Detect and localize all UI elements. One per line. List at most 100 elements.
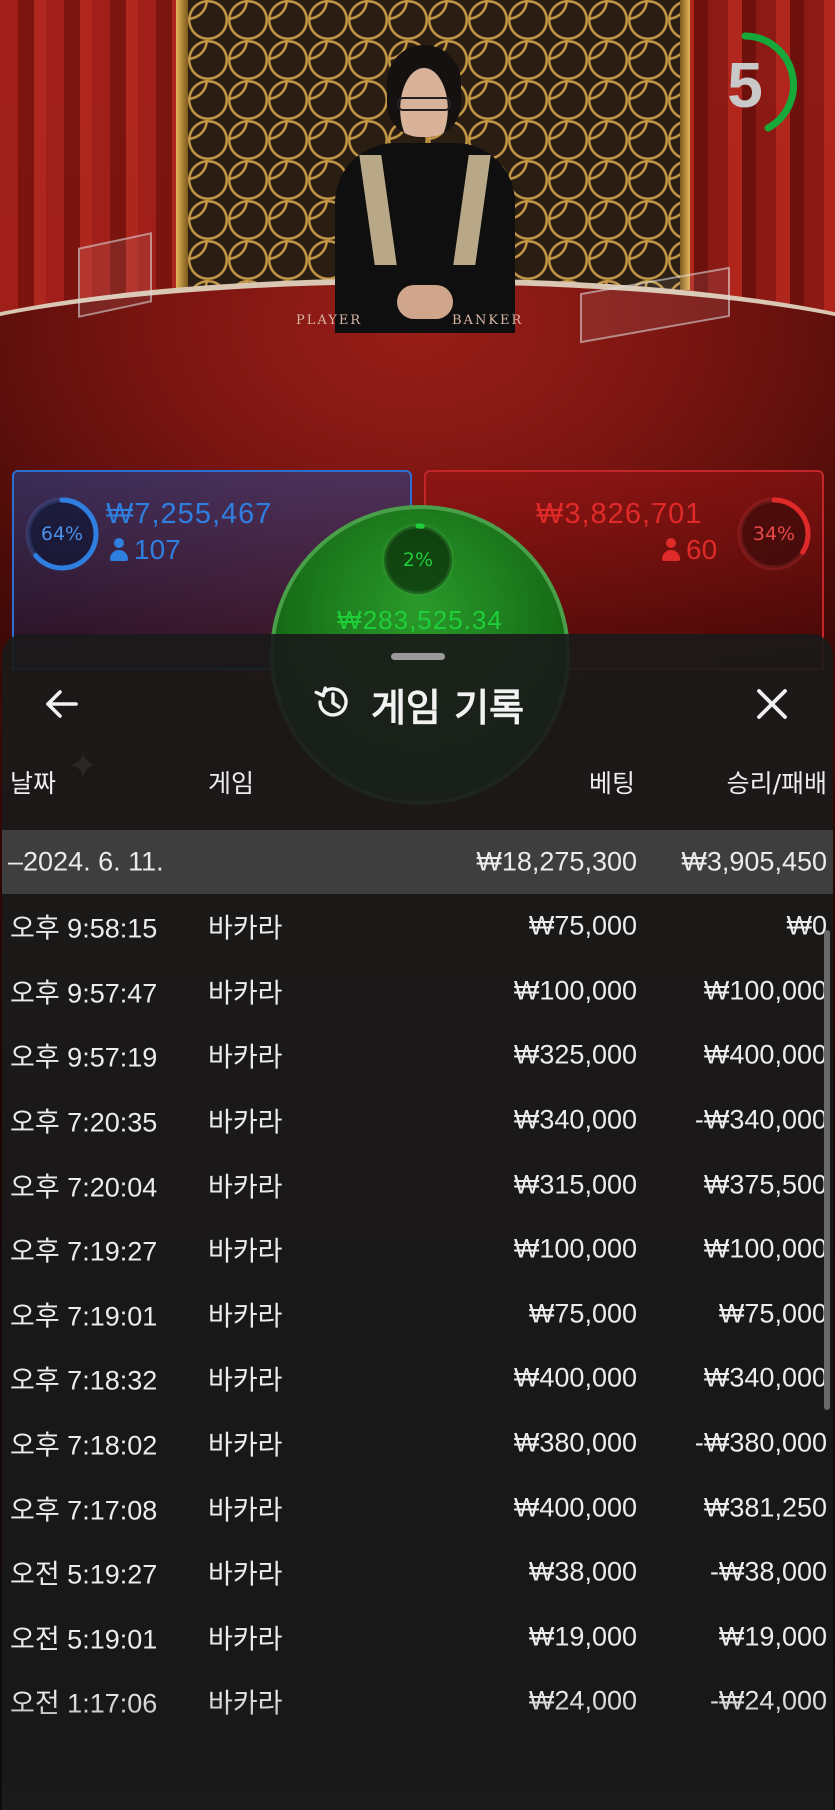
- row-bet: ₩75,000: [528, 1298, 637, 1329]
- arrow-left-icon: [46, 690, 78, 718]
- row-game: 바카라: [208, 1624, 283, 1655]
- felt-label-banker: BANKER: [452, 313, 524, 328]
- row-result: ₩381,250: [703, 1492, 827, 1523]
- history-row[interactable]: 오후 7:18:32 바카라 ₩400,000 ₩340,000: [2, 1346, 833, 1411]
- scrollbar[interactable]: [824, 930, 830, 1410]
- history-row[interactable]: 오후 7:19:01 바카라 ₩75,000 ₩75,000: [2, 1282, 833, 1347]
- row-time: 오전 1:17:06: [10, 1688, 158, 1719]
- banker-percent: 34%: [752, 523, 796, 545]
- dealer: [335, 45, 515, 333]
- row-game: 바카라: [208, 1559, 283, 1590]
- player-count-value: 107: [134, 534, 181, 565]
- close-button[interactable]: [746, 678, 798, 730]
- row-game: 바카라: [208, 1042, 283, 1073]
- row-bet: ₩315,000: [513, 1169, 637, 1200]
- close-icon: [757, 689, 787, 719]
- row-game: 바카라: [208, 1301, 283, 1332]
- column-header-date: 날짜: [10, 769, 57, 798]
- row-game: 바카라: [208, 1495, 283, 1526]
- row-game: 바카라: [208, 1688, 283, 1719]
- history-row[interactable]: 오후 7:20:04 바카라 ₩315,000 ₩375,500: [2, 1152, 833, 1217]
- back-button[interactable]: [36, 678, 88, 730]
- row-time: 오후 7:20:04: [10, 1172, 158, 1203]
- countdown-timer: 5: [690, 30, 800, 140]
- row-result: ₩400,000: [703, 1039, 827, 1070]
- history-row[interactable]: 오전 5:19:27 바카라 ₩38,000 -₩38,000: [2, 1540, 833, 1605]
- row-bet: ₩380,000: [513, 1427, 637, 1458]
- row-bet: ₩75,000: [528, 910, 637, 941]
- person-icon: [662, 538, 680, 562]
- player-percent: 64%: [40, 523, 84, 545]
- row-result: -₩24,000: [709, 1685, 827, 1716]
- player-bettor-count: 107: [110, 534, 181, 566]
- row-time: 오후 7:20:35: [10, 1107, 158, 1138]
- column-header-game: 게임: [208, 769, 255, 798]
- row-bet: ₩325,000: [513, 1039, 637, 1070]
- history-row[interactable]: 오후 7:19:27 바카라 ₩100,000 ₩100,000: [2, 1217, 833, 1282]
- summary-bet-total: ₩18,275,300: [476, 846, 637, 877]
- history-row[interactable]: 오전 5:19:01 바카라 ₩19,000 ₩19,000: [2, 1605, 833, 1670]
- row-result: ₩375,500: [703, 1169, 827, 1200]
- history-row[interactable]: 오후 9:58:15 바카라 ₩75,000 ₩0: [2, 894, 833, 959]
- column-header-result: 승리/패배: [726, 769, 827, 798]
- tie-percent: 2%: [402, 549, 434, 571]
- row-bet: ₩100,000: [513, 975, 637, 1006]
- title-group: 게임 기록: [2, 664, 833, 744]
- player-total-bet: ₩7,255,467: [106, 498, 273, 530]
- history-row[interactable]: 오후 9:57:47 바카라 ₩100,000 ₩100,000: [2, 959, 833, 1024]
- row-result: ₩75,000: [718, 1298, 827, 1329]
- row-game: 바카라: [208, 1172, 283, 1203]
- row-game: 바카라: [208, 913, 283, 944]
- gold-pillar-right: [680, 0, 690, 290]
- row-time: 오후 7:19:01: [10, 1301, 158, 1332]
- row-bet: ₩400,000: [513, 1492, 637, 1523]
- row-result: ₩340,000: [703, 1362, 827, 1393]
- date-group-summary[interactable]: –2024. 6. 11. ₩18,275,300 ₩3,905,450: [2, 830, 833, 894]
- row-result: ₩100,000: [703, 975, 827, 1006]
- history-row[interactable]: 오후 7:18:02 바카라 ₩380,000 -₩380,000: [2, 1411, 833, 1476]
- summary-result-total: ₩3,905,450: [681, 846, 827, 877]
- column-header-bet: 베팅: [588, 769, 635, 798]
- person-icon: [110, 538, 128, 562]
- row-result: ₩0: [786, 910, 828, 941]
- row-game: 바카라: [208, 1236, 283, 1267]
- row-time: 오후 7:18:32: [10, 1365, 158, 1396]
- sheet-header: 게임 기록: [2, 664, 833, 744]
- row-time: 오후 9:58:15: [10, 913, 158, 944]
- history-row[interactable]: 오후 9:57:19 바카라 ₩325,000 ₩400,000: [2, 1023, 833, 1088]
- sheet-title: 게임 기록: [370, 685, 525, 730]
- row-time: 오후 7:19:27: [10, 1236, 158, 1267]
- row-game: 바카라: [208, 1430, 283, 1461]
- row-time: 오후 9:57:19: [10, 1042, 158, 1073]
- row-time: 오후 7:18:02: [10, 1430, 158, 1461]
- row-result: -₩340,000: [694, 1104, 827, 1135]
- banker-bettor-count: 60: [662, 534, 717, 566]
- history-row[interactable]: 오후 7:20:35 바카라 ₩340,000 -₩340,000: [2, 1088, 833, 1153]
- row-time: 오후 9:57:47: [10, 978, 158, 1009]
- row-bet: ₩340,000: [513, 1104, 637, 1135]
- history-row[interactable]: 오후 7:17:08 바카라 ₩400,000 ₩381,250: [2, 1475, 833, 1540]
- row-time: 오후 7:17:08: [10, 1495, 158, 1526]
- row-time: 오전 5:19:01: [10, 1624, 158, 1655]
- row-bet: ₩100,000: [513, 1233, 637, 1264]
- row-game: 바카라: [208, 1365, 283, 1396]
- tie-total-bet: ₩283,525.34: [337, 605, 503, 635]
- row-result: -₩380,000: [694, 1427, 827, 1458]
- history-row[interactable]: 오전 1:17:06 바카라 ₩24,000 -₩24,000: [2, 1669, 833, 1734]
- row-game: 바카라: [208, 978, 283, 1009]
- row-bet: ₩24,000: [528, 1685, 637, 1716]
- column-headers: 날짜 게임 베팅 승리/패배: [2, 764, 833, 804]
- row-result: -₩38,000: [709, 1556, 827, 1587]
- history-clock-icon: [311, 681, 353, 727]
- row-bet: ₩19,000: [528, 1621, 637, 1652]
- row-bet: ₩400,000: [513, 1362, 637, 1393]
- game-history-sheet: ✦ 게임 기록 날짜 게임 베팅 승리/패배 –2024. 6. 11. ₩18…: [2, 634, 833, 1810]
- banker-total-bet: ₩3,826,701: [536, 498, 703, 530]
- felt-label-player: PLAYER: [296, 313, 363, 328]
- row-game: 바카라: [208, 1107, 283, 1138]
- history-rows: 오후 9:58:15 바카라 ₩75,000 ₩0 오후 9:57:47 바카라 ₩100,…: [2, 894, 833, 1734]
- countdown-value: 5: [727, 49, 763, 121]
- sheet-drag-handle[interactable]: [391, 653, 445, 660]
- history-table: –2024. 6. 11. ₩18,275,300 ₩3,905,450 오후 …: [2, 830, 833, 1734]
- gold-pillar-left: [176, 0, 188, 290]
